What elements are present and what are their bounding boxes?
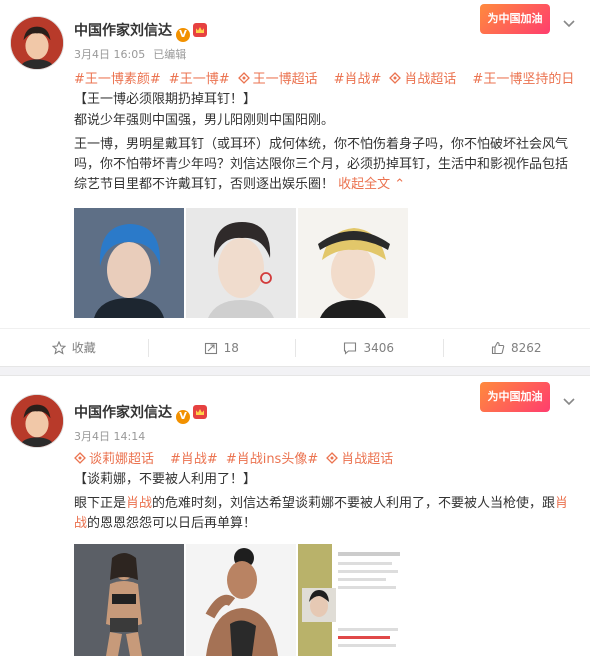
post-image[interactable] — [186, 208, 296, 318]
author-name[interactable]: 中国作家刘信达 V — [74, 20, 207, 42]
thumbs-up-icon — [491, 341, 505, 354]
post-image[interactable] — [298, 544, 408, 656]
author-name[interactable]: 中国作家刘信达 V — [74, 402, 207, 424]
promo-badge[interactable]: 为中国加油 — [480, 4, 550, 34]
highlight-keyword[interactable]: 肖战 — [126, 496, 152, 511]
post-meta: 3月4日 14:14 — [74, 428, 153, 444]
chevron-down-icon[interactable] — [562, 394, 576, 408]
verified-badge-icon: V — [176, 28, 190, 42]
topic-tags: #王一博素颜# #王一博# 王一博超话 #肖战# 肖战超话 #王一博坚持的日常# — [74, 68, 574, 87]
post-image[interactable] — [74, 544, 184, 656]
topic-tags: 谈莉娜超话 #肖战# #肖战ins头像# 肖战超话 — [74, 448, 574, 467]
author-avatar[interactable] — [10, 16, 64, 70]
supertopic-icon — [326, 452, 339, 464]
supertopic-tag[interactable]: 王一博超话 — [237, 72, 326, 87]
repost-button[interactable]: 18 — [147, 329, 296, 366]
post-title: 【谈莉娜，不要被人利用了！】 — [74, 472, 257, 487]
favorite-button[interactable]: 收藏 — [0, 329, 148, 366]
weibo-post: 中国作家刘信达 V 3月4日 16:05 已编辑 为中国加油 #王一博素颜# #王一博… — [0, 0, 590, 366]
post-title: 【王一博必须限期扔掉耳钉！】 — [74, 92, 257, 107]
supertopic-icon — [237, 72, 250, 84]
post-image[interactable] — [186, 544, 296, 656]
weibo-post: 中国作家刘信达 V 3月4日 14:14 为中国加油 谈莉娜超话 #肖战# #肖战in… — [0, 376, 590, 656]
topic-tag[interactable]: #王一博# — [169, 72, 230, 87]
supertopic-tag[interactable]: 肖战超话 — [389, 72, 464, 87]
vip-crown-icon — [193, 405, 207, 419]
supertopic-icon — [74, 452, 86, 464]
comment-icon — [344, 341, 357, 355]
vip-crown-icon — [193, 23, 207, 37]
verified-badge-icon: V — [176, 410, 190, 424]
post-action-bar: 收藏 18 3406 8262 — [0, 328, 590, 366]
post-separator — [0, 366, 590, 376]
topic-tag[interactable]: #肖战ins头像# — [226, 452, 318, 467]
comment-button[interactable]: 3406 — [295, 329, 443, 366]
chevron-down-icon[interactable] — [562, 16, 576, 30]
post-date[interactable]: 3月4日 16:05 — [74, 48, 145, 61]
topic-tag[interactable]: #王一博素颜# — [74, 72, 161, 87]
post-image[interactable] — [74, 208, 184, 318]
post-paragraph: 眼下正是肖战的危难时刻，刘信达希望谈莉娜不要被人利用了，不要被人当枪使，跟肖战的… — [74, 496, 569, 531]
author-avatar[interactable] — [10, 394, 64, 448]
supertopic-tag[interactable]: 肖战超话 — [326, 452, 401, 467]
supertopic-tag[interactable]: 谈莉娜超话 — [74, 452, 162, 467]
post-date[interactable]: 3月4日 14:14 — [74, 430, 145, 443]
collapse-link[interactable]: 收起全文 ⌃ — [338, 177, 405, 192]
edited-label: 已编辑 — [153, 48, 187, 61]
like-button[interactable]: 8262 — [442, 329, 590, 366]
post-image[interactable] — [298, 208, 408, 318]
promo-badge[interactable]: 为中国加油 — [480, 382, 550, 412]
supertopic-icon — [389, 72, 402, 84]
topic-tag[interactable]: #肖战# — [334, 72, 382, 87]
topic-tag[interactable]: #肖战# — [170, 452, 218, 467]
post-paragraph: 都说少年强则中国强，男儿阳刚则中国阳刚。 — [74, 113, 335, 128]
topic-tag[interactable]: #王一博坚持的日常# — [472, 72, 574, 87]
post-paragraph: 王一博，男明星戴耳钉（或耳环）成何体统，你不怕伤着身子吗，你不怕破坏社会风气吗，… — [74, 137, 569, 192]
repost-icon — [204, 342, 217, 354]
star-icon — [51, 340, 66, 355]
post-meta: 3月4日 16:05 已编辑 — [74, 46, 194, 62]
